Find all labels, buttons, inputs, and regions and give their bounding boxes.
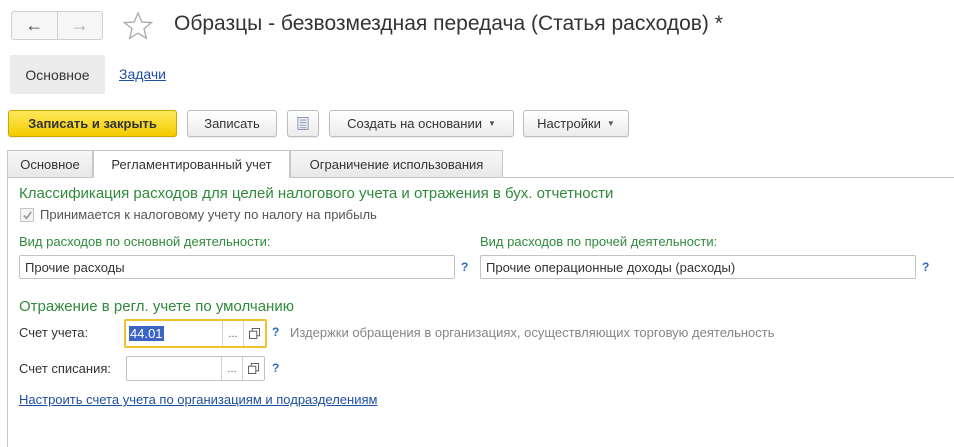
open-window-icon [248, 328, 260, 339]
main-activity-field[interactable]: Прочие расходы [19, 255, 455, 279]
other-activity-help-icon[interactable]: ? [922, 260, 929, 274]
back-button[interactable]: ← [12, 12, 57, 39]
arrow-left-icon: ← [25, 15, 44, 35]
tax-classification-group-title: Классификация расходов для целей налогов… [19, 185, 614, 202]
tab-main[interactable]: Основное [7, 150, 93, 177]
document-list-icon [297, 117, 309, 130]
account-description: Издержки обращения в организациях, осуще… [290, 325, 775, 340]
writeoff-value [127, 357, 221, 380]
window-title: Образцы - безвозмездная передача (Статья… [174, 12, 723, 35]
settings-label: Настройки [537, 116, 601, 131]
arrow-right-icon: → [70, 15, 89, 35]
other-activity-label: Вид расходов по прочей деятельности: [480, 234, 718, 249]
account-help-icon[interactable]: ? [272, 325, 279, 339]
content-border [7, 177, 8, 447]
chevron-down-icon: ▼ [606, 119, 615, 128]
report-button[interactable] [287, 110, 319, 137]
account-input[interactable]: 44.01 ... [124, 319, 267, 348]
profit-tax-checkbox[interactable] [20, 208, 34, 222]
main-activity-help-icon[interactable]: ? [461, 260, 468, 274]
chevron-down-icon: ▼ [487, 119, 496, 128]
save-button[interactable]: Записать [187, 110, 277, 137]
main-activity-label: Вид расходов по основной деятельности: [19, 234, 271, 249]
profit-tax-checkbox-label: Принимается к налоговому учету по налогу… [40, 207, 377, 222]
forward-button[interactable]: → [56, 12, 103, 39]
open-window-icon [247, 363, 259, 374]
section-main[interactable]: Основное [10, 55, 105, 94]
account-choose-button[interactable]: ... [222, 321, 243, 346]
tab-usage-restriction[interactable]: Ограничение использования [290, 150, 503, 177]
create-based-on-button[interactable]: Создать на основании ▼ [329, 110, 514, 137]
section-tasks-link[interactable]: Задачи [119, 66, 166, 82]
writeoff-label: Счет списания: [19, 361, 112, 376]
settings-button[interactable]: Настройки ▼ [523, 110, 629, 137]
writeoff-choose-button[interactable]: ... [221, 357, 242, 380]
setup-accounts-link[interactable]: Настроить счета учета по организациям и … [19, 392, 377, 407]
writeoff-input[interactable]: ... [126, 356, 265, 381]
writeoff-open-button[interactable] [242, 357, 263, 380]
favorite-star-icon[interactable] [122, 10, 154, 42]
default-accounting-group-title: Отражение в регл. учете по умолчанию [19, 298, 294, 315]
history-nav: ← → [11, 11, 103, 40]
other-activity-field[interactable]: Прочие операционные доходы (расходы) [480, 255, 916, 279]
create-based-on-label: Создать на основании [347, 116, 482, 131]
account-label: Счет учета: [19, 325, 89, 340]
writeoff-help-icon[interactable]: ? [272, 361, 279, 375]
account-open-button[interactable] [243, 321, 264, 346]
account-value: 44.01 [129, 326, 164, 341]
tab-regulated-accounting[interactable]: Регламентированный учет [93, 150, 290, 178]
save-and-close-button[interactable]: Записать и закрыть [8, 110, 177, 137]
checkmark-icon [22, 210, 32, 220]
